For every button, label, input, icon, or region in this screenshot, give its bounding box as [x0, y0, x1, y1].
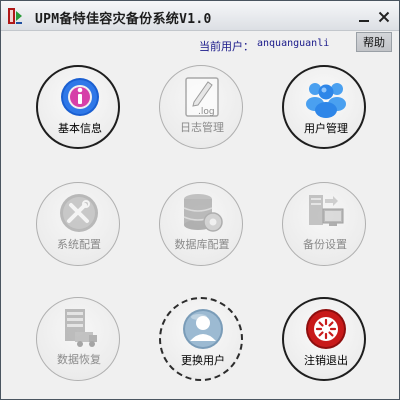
- tile-data-recovery[interactable]: 数据恢复: [36, 297, 120, 381]
- current-user-label: 当前用户：: [199, 40, 254, 53]
- close-button[interactable]: [377, 10, 391, 24]
- tile-label: 更换用户: [181, 354, 225, 367]
- tile-logout[interactable]: 注销退出: [282, 297, 366, 381]
- database-gear-icon: [183, 194, 223, 232]
- tile-label: 系统配置: [57, 238, 101, 251]
- tile-log-management[interactable]: .log 日志管理: [159, 65, 243, 149]
- tile-basic-info[interactable]: 基本信息: [36, 65, 120, 149]
- current-user-bar: 当前用户： anquanguanli: [1, 34, 399, 54]
- tile-label: 数据库配置: [174, 238, 230, 251]
- tile-label: 注销退出: [304, 354, 348, 367]
- tile-label: 备份设置: [303, 238, 347, 251]
- tile-system-config[interactable]: 系统配置: [36, 182, 120, 266]
- server-truck-icon: [65, 309, 97, 347]
- logout-icon: [306, 309, 346, 349]
- app-logo-icon: [8, 8, 22, 24]
- log-file-icon: .log: [185, 77, 219, 117]
- tile-user-management[interactable]: 用户管理: [282, 65, 366, 149]
- backup-computer-icon: [309, 195, 344, 226]
- tile-backup-settings[interactable]: 备份设置: [282, 182, 366, 266]
- tile-label: 日志管理: [180, 121, 224, 134]
- app-window: UPM备特佳容灾备份系统V1.0 当前用户： anquanguanli 帮助 基…: [0, 0, 400, 400]
- tile-switch-user[interactable]: 更换用户: [159, 297, 243, 381]
- minimize-button[interactable]: [357, 10, 371, 24]
- minimize-icon: [359, 20, 369, 22]
- close-icon: [378, 11, 390, 23]
- svg-text:.log: .log: [198, 107, 215, 117]
- tools-icon: [60, 194, 98, 232]
- user-switch-icon: [183, 309, 223, 349]
- info-icon: [61, 78, 99, 116]
- tile-label: 用户管理: [304, 122, 348, 135]
- help-button[interactable]: 帮助: [356, 32, 392, 52]
- tile-label: 数据恢复: [57, 353, 101, 366]
- current-user-name: anquanguanli: [257, 38, 330, 49]
- tile-database-config[interactable]: 数据库配置: [159, 182, 243, 266]
- users-icon: [306, 83, 346, 118]
- title-bar[interactable]: UPM备特佳容灾备份系统V1.0: [1, 1, 399, 31]
- window-title: UPM备特佳容灾备份系统V1.0: [35, 12, 212, 27]
- tile-label: 基本信息: [58, 122, 102, 135]
